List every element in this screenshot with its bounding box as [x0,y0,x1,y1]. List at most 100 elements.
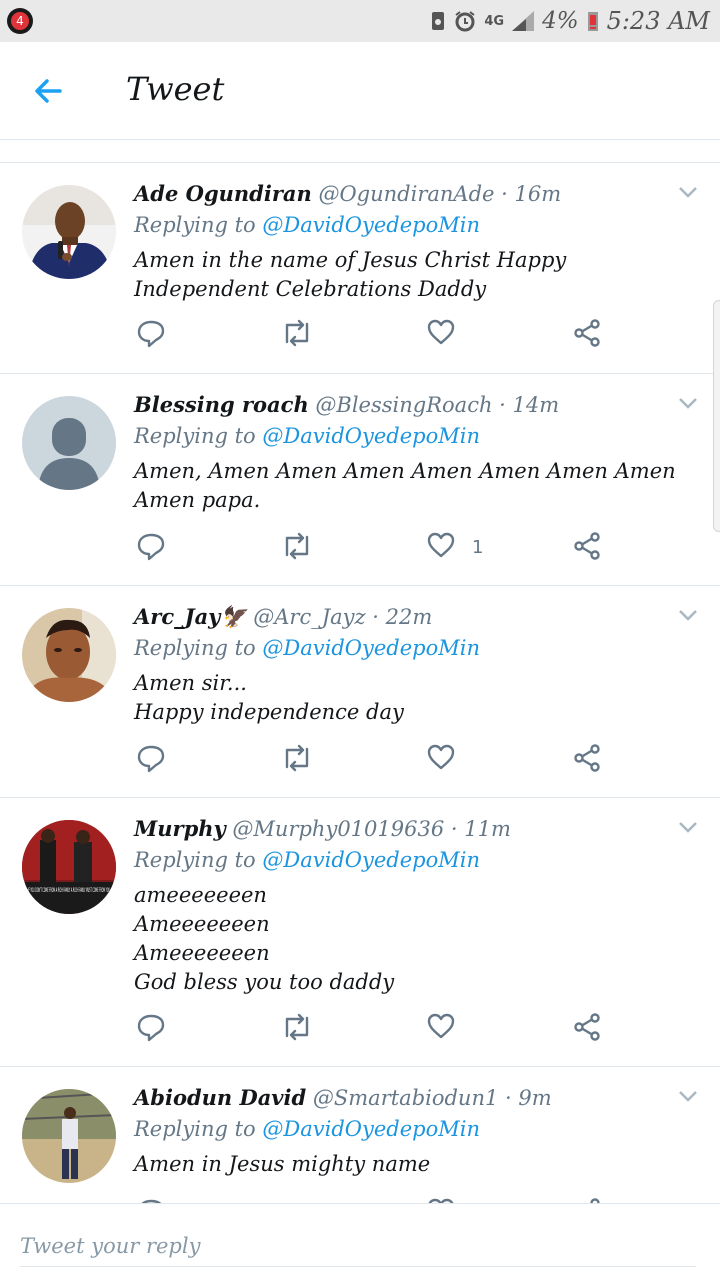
author-handle[interactable]: @Arc_Jayz [253,605,365,629]
notification-count: 4 [11,12,29,30]
tweet-item[interactable]: Ade Ogundiran @OgundiranAde · 16m Replyi… [0,163,720,374]
tweet-time: · 9m [505,1086,552,1110]
tweet-text: Amen in the name of Jesus Christ Happy I… [134,248,567,301]
share-button[interactable] [572,1012,612,1052]
mention-link[interactable]: @DavidOyedepoMin [262,848,480,872]
battery-saver-icon [432,12,445,30]
retweet-icon [285,744,309,772]
replying-to: Replying to @DavidOyedepoMin [134,844,690,876]
reply-icon [137,1014,165,1042]
chevron-down-icon[interactable] [678,185,698,199]
replying-to: Replying to @DavidOyedepoMin [134,209,690,241]
alarm-icon [455,11,475,32]
avatar[interactable] [22,1089,116,1183]
tweet-header: Murphy @Murphy01019636 · 11m [134,814,690,844]
tweet-text: Amen sir... Happy independence day [134,671,404,724]
author-handle[interactable]: @OgundiranAde [318,182,494,206]
tweet-header: Abiodun David @Smartabiodun1 · 9m [134,1083,690,1113]
notification-badge: 4 [7,8,33,34]
tweet-actions [136,318,616,358]
tweet-text: ameeeeeeen Ameeeeeeen Ameeeeeeen God ble… [134,883,395,994]
heart-icon [427,1013,455,1039]
tweet-header: Blessing roach @BlessingRoach · 14m [134,390,690,420]
replying-to: Replying to @DavidOyedepoMin [134,420,690,452]
tweet-actions [136,1012,616,1052]
tweet-body: Abiodun David @Smartabiodun1 · 9m Replyi… [134,1083,690,1179]
author-handle[interactable]: @Smartabiodun1 [313,1086,498,1110]
tweet-body: Blessing roach @BlessingRoach · 14m Repl… [134,390,690,515]
status-icons: 4G 4% 5:23 AM [430,4,710,38]
replying-label: Replying to [134,636,256,660]
chevron-down-icon[interactable] [678,1089,698,1103]
tweet-item[interactable]: Arc_Jay🦅 @Arc_Jayz · 22m Replying to @Da… [0,586,720,798]
mention-link[interactable]: @DavidOyedepoMin [262,1117,480,1141]
retweet-icon [285,319,309,347]
clock: 5:23 AM [606,7,710,35]
heart-icon [427,744,455,770]
reply-button[interactable] [136,531,176,571]
like-button[interactable] [426,531,466,571]
retweet-button[interactable] [280,743,320,783]
chevron-down-icon[interactable] [678,820,698,834]
tweet-body: Ade Ogundiran @OgundiranAde · 16m Replyi… [134,179,690,304]
retweet-button[interactable] [280,1012,320,1052]
share-button[interactable] [572,318,612,358]
scrollbar[interactable] [713,300,720,532]
tweet-body: Arc_Jay🦅 @Arc_Jayz · 22m Replying to @Da… [134,602,690,727]
reply-button[interactable] [136,1012,176,1052]
tweet-header: Arc_Jay🦅 @Arc_Jayz · 22m [134,602,690,632]
retweet-icon [285,1013,309,1041]
tweet-body: Murphy @Murphy01019636 · 11m Replying to… [134,814,690,997]
author-handle[interactable]: @BlessingRoach [315,393,492,417]
tweet-header: Ade Ogundiran @OgundiranAde · 16m [134,179,690,209]
author-name[interactable]: Blessing roach [134,392,309,417]
avatar[interactable] [22,185,116,279]
reply-button[interactable] [136,318,176,358]
replying-label: Replying to [134,848,256,872]
author-name[interactable]: Murphy [134,816,226,841]
tweet-item[interactable]: Abiodun David @Smartabiodun1 · 9m Replyi… [0,1067,720,1203]
share-button[interactable] [572,531,612,571]
app-header: Tweet [0,42,720,140]
avatar[interactable]: IF YOU DON'T COME FROM A RICH FAMILY A R… [22,820,116,914]
mention-link[interactable]: @DavidOyedepoMin [262,213,480,237]
status-bar: 4 4G 4% 5:23 AM [0,0,720,42]
avatar[interactable] [22,396,116,490]
author-name[interactable]: Ade Ogundiran [134,181,312,206]
mention-link[interactable]: @DavidOyedepoMin [262,424,480,448]
avatar-caption: IF YOU DON'T COME FROM A RICH FAMILY A R… [28,887,110,894]
share-button[interactable] [572,743,612,783]
mention-link[interactable]: @DavidOyedepoMin [262,636,480,660]
retweet-button[interactable] [280,318,320,358]
tweet-time: · 11m [450,817,511,841]
tweet-item[interactable]: Blessing roach @BlessingRoach · 14m Repl… [0,374,720,586]
share-icon [574,532,600,560]
back-button[interactable] [30,72,68,110]
reply-icon [137,745,165,773]
replying-to: Replying to @DavidOyedepoMin [134,1113,690,1145]
replying-label: Replying to [134,1117,256,1141]
chevron-down-icon[interactable] [678,608,698,622]
author-handle[interactable]: @Murphy01019636 [232,817,444,841]
heart-icon [427,319,455,345]
chevron-down-icon[interactable] [678,396,698,410]
battery-low-icon [587,12,598,31]
share-icon [574,1013,600,1041]
like-button[interactable] [426,1012,466,1052]
share-icon [574,319,600,347]
retweet-button[interactable] [280,531,320,571]
author-name[interactable]: Arc_Jay🦅 [134,604,247,629]
tweet-item[interactable]: IF YOU DON'T COME FROM A RICH FAMILY A R… [0,798,720,1067]
avatar[interactable] [22,608,116,702]
tweet-actions [136,743,616,783]
replying-label: Replying to [134,424,256,448]
reply-icon [137,533,165,561]
author-name[interactable]: Abiodun David [134,1085,306,1110]
tweet-time: · 14m [499,393,560,417]
reply-input[interactable] [20,1226,696,1267]
reply-button[interactable] [136,743,176,783]
like-button[interactable] [426,318,466,358]
like-count: 1 [472,537,484,558]
like-button[interactable] [426,743,466,783]
heart-icon [427,532,455,558]
